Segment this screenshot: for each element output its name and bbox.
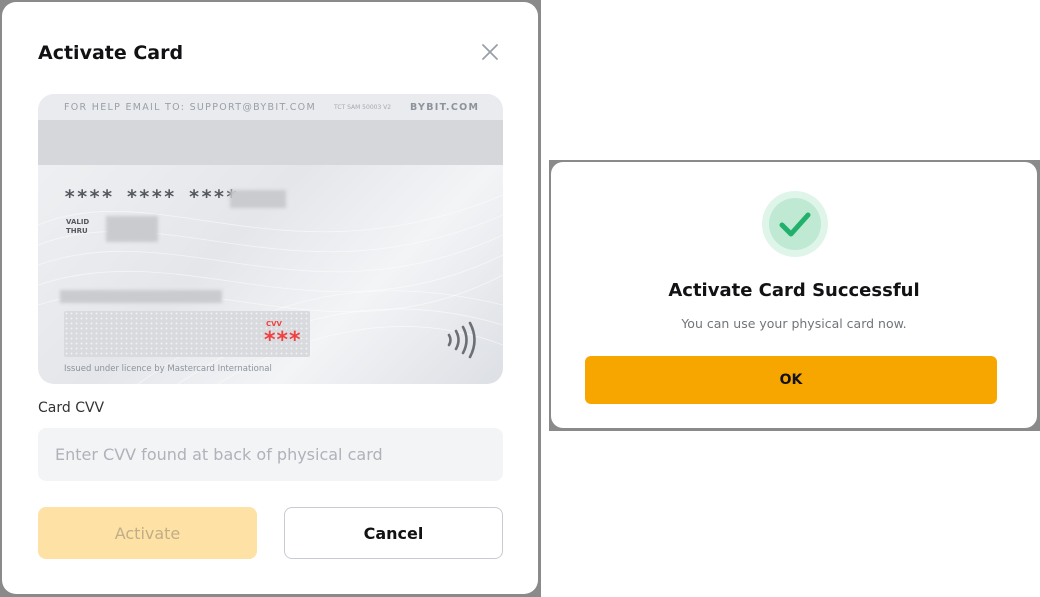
- success-message: You can use your physical card now.: [681, 316, 907, 331]
- activate-card-modal: Activate Card FOR HELP EMAIL TO: SUPPORT…: [2, 2, 538, 594]
- modal-title: Activate Card: [38, 42, 184, 64]
- check-circle-icon: [762, 191, 828, 257]
- close-button[interactable]: [478, 40, 502, 64]
- ok-button[interactable]: OK: [585, 356, 997, 404]
- magnetic-strip: [38, 120, 503, 165]
- card-code-text: TCT SAM 50003 V2: [334, 104, 392, 111]
- card-cvv-masked: ***: [264, 328, 302, 353]
- cancel-button[interactable]: Cancel: [284, 507, 503, 559]
- valid-thru-label: VALID THRU: [66, 218, 90, 235]
- success-dialog-frame: Activate Card Successful You can use you…: [549, 160, 1040, 431]
- cardholder-name-redacted: [60, 290, 222, 303]
- success-dialog: Activate Card Successful You can use you…: [551, 162, 1037, 428]
- card-cvv-label: CVV: [266, 320, 282, 328]
- card-help-text: FOR HELP EMAIL TO: SUPPORT@BYBIT.COM: [64, 102, 316, 113]
- card-number-masked: **** **** ****: [64, 186, 239, 208]
- card-number-redacted: [230, 190, 286, 208]
- card-back-image: FOR HELP EMAIL TO: SUPPORT@BYBIT.COM TCT…: [38, 94, 503, 384]
- card-top-band: FOR HELP EMAIL TO: SUPPORT@BYBIT.COM TCT…: [38, 94, 503, 120]
- card-cvv-label: Card CVV: [38, 400, 105, 416]
- activate-button[interactable]: Activate: [38, 507, 257, 559]
- expiry-redacted: [106, 216, 158, 242]
- activate-card-frame: Activate Card FOR HELP EMAIL TO: SUPPORT…: [0, 0, 541, 597]
- close-icon: [482, 44, 498, 60]
- success-title: Activate Card Successful: [668, 280, 920, 301]
- cvv-input[interactable]: [38, 428, 503, 481]
- card-brand-text: BYBIT.COM: [410, 102, 480, 113]
- contactless-icon: [447, 321, 476, 359]
- card-licence-text: Issued under licence by Mastercard Inter…: [64, 364, 272, 374]
